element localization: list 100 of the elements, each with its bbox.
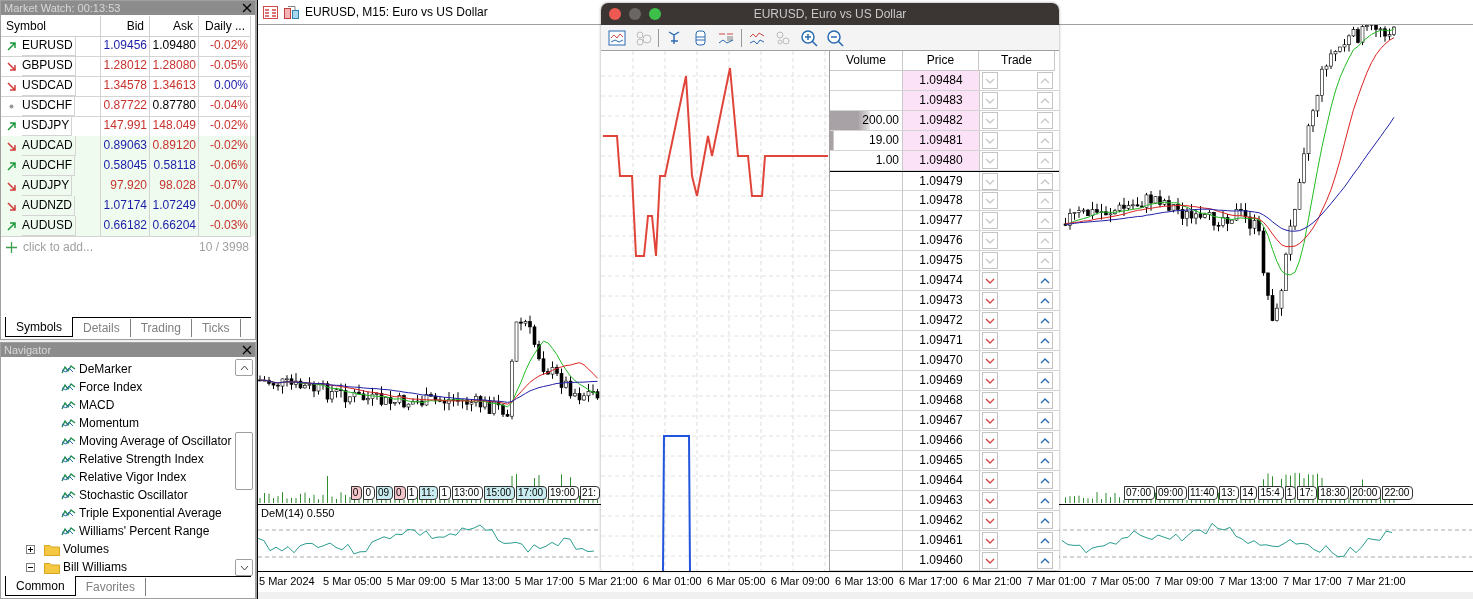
tree-item[interactable]: Triple Exponential Average	[79, 504, 222, 522]
volume-value: 19.00	[868, 133, 899, 147]
price-cell-text: 1.09473	[918, 292, 964, 309]
table-row[interactable]: AUDNZD 1.07174 1.07249 -0.00%	[1, 196, 255, 216]
tree-item[interactable]: DeMarker	[79, 360, 132, 378]
column-header[interactable]: Trade	[979, 51, 1055, 71]
time-label: 7 Mar 17:00	[1282, 574, 1343, 589]
price-cell: 1.28012	[101, 56, 150, 77]
chart-title: EURUSD, M15: Euro vs US Dollar	[305, 5, 488, 19]
tab[interactable]: Symbols	[5, 317, 73, 337]
tab[interactable]: Details	[73, 319, 131, 337]
time-tag: 15:4	[1258, 486, 1284, 500]
time-label: 6 Mar 17:00	[898, 574, 959, 589]
time-tag: 11:	[419, 486, 439, 500]
tree-item[interactable]: Stochastic Oscillator	[79, 486, 188, 504]
price-cell-text: 1.09477	[918, 212, 964, 229]
price-cell-text: 1.09479	[918, 173, 964, 190]
time-label: 5 Mar 13:00	[450, 574, 511, 589]
time-tag: 14	[1240, 486, 1258, 500]
price-cell-text: 1.09471	[918, 332, 964, 349]
column-header[interactable]: Volume	[830, 51, 903, 71]
tab[interactable]: Ticks	[191, 319, 241, 337]
time-tag: 11:40	[1188, 486, 1219, 500]
table-row[interactable]: AUDUSD 0.66182 0.66204 -0.03%	[1, 216, 255, 236]
price-cell: 0.66182	[101, 216, 150, 237]
time-tag: 18:30	[1318, 486, 1350, 500]
price-cell-text: 1.09478	[918, 192, 964, 209]
tree-item[interactable]: Williams' Percent Range	[79, 522, 210, 540]
tab[interactable]: Favorites	[75, 578, 147, 596]
table-row[interactable]: GBPUSD 1.28012 1.28080 -0.05%	[1, 56, 255, 76]
volume-value: 200.00	[862, 113, 899, 127]
symbol-name[interactable]: EURUSD	[22, 36, 76, 56]
price-cell: 1.09481	[903, 131, 979, 150]
price-cell: 1.09484	[903, 71, 979, 90]
time-label: 6 Mar 13:00	[834, 574, 895, 589]
tree-item[interactable]: Bill Williams	[63, 558, 127, 576]
price-cell-text: 1.09462	[918, 512, 964, 529]
time-tag: 07:00	[1124, 486, 1156, 500]
column-header[interactable]: Daily ...	[199, 16, 251, 37]
price-cell-text: 1.09476	[918, 232, 964, 249]
column-header[interactable]: Bid	[101, 16, 150, 37]
price-cell-text: 1.09460	[918, 552, 964, 569]
tree-item[interactable]: Force Index	[79, 378, 143, 396]
window-title: EURUSD, Euro vs US Dollar	[753, 7, 907, 21]
price-cell-text: 1.09465	[918, 452, 964, 469]
symbol-name[interactable]: AUDUSD	[22, 216, 76, 236]
time-tag: 09:00	[1156, 486, 1188, 500]
price-cell: -0.03%	[199, 216, 251, 237]
symbol-name[interactable]: GBPUSD	[22, 56, 76, 76]
tree-item[interactable]: Moving Average of Oscillator	[79, 432, 232, 450]
tree-item[interactable]: Relative Strength Index	[79, 450, 204, 468]
price-cell-text: 1.09464	[918, 472, 964, 489]
price-cell-text: 1.09468	[918, 392, 964, 409]
indicator-label: DeM(14) 0.550	[261, 507, 335, 519]
time-tag: 17:	[1297, 486, 1318, 500]
time-tag: 1	[406, 486, 419, 500]
price-cell-text: 1.09467	[918, 412, 964, 429]
price-cell: 1.09483	[903, 91, 979, 110]
price-cell-text: 1.09461	[918, 532, 964, 549]
price-cell-text: 1.09472	[918, 312, 964, 329]
tab[interactable]: Trading	[130, 319, 192, 337]
price-cell-text: 1.09469	[918, 372, 964, 389]
tree-item[interactable]: Relative Vigor Index	[79, 468, 187, 486]
tab[interactable]: Common	[5, 576, 76, 596]
time-tag: 21:	[580, 486, 600, 500]
time-label: 5 Mar 05:00	[322, 574, 383, 589]
price-cell: 1.09480	[903, 151, 979, 170]
price-cell: 1.09480	[150, 36, 199, 57]
price-cell: 0.87780	[150, 96, 199, 117]
time-tag: 13:	[1219, 486, 1240, 500]
time-tag: 17:00	[516, 486, 548, 500]
time-label: 5 Mar 2024	[258, 574, 316, 589]
symbol-name[interactable]: USDCAD	[22, 76, 76, 96]
table-row[interactable]: EURUSD 1.09456 1.09480 -0.02%	[1, 36, 255, 56]
price-cell: 1.28080	[150, 56, 199, 77]
time-tag: 20:00	[1350, 486, 1382, 500]
time-label: 7 Mar 09:00	[1154, 574, 1215, 589]
table-row[interactable]: AUDCHF 0.58045 0.58118 -0.06%	[1, 156, 255, 176]
tree-item[interactable]: Momentum	[79, 414, 140, 432]
time-tag: 1	[439, 486, 451, 500]
time-label: 6 Mar 09:00	[770, 574, 831, 589]
time-tag: 22:00	[1382, 486, 1414, 500]
time-label: 5 Mar 17:00	[514, 574, 575, 589]
price-cell-text: 1.09463	[918, 492, 964, 509]
column-header[interactable]: Ask	[150, 16, 199, 37]
price-cell: 1.34578	[101, 76, 150, 97]
table-row[interactable]: USDCAD 1.34578 1.34613 0.00%	[1, 76, 255, 96]
price-cell-text: 1.09475	[918, 252, 964, 269]
table-row[interactable]: AUDCAD 0.89063 0.89120 -0.02%	[1, 136, 255, 156]
price-cell: -0.05%	[199, 56, 251, 77]
column-header[interactable]: Symbol	[1, 16, 101, 37]
price-cell-text: 1.09470	[918, 352, 964, 369]
tree-item[interactable]: Volumes	[63, 540, 110, 558]
time-label: 5 Mar 21:00	[578, 574, 639, 589]
table-row[interactable]: USDCHF 0.87722 0.87780 -0.04%	[1, 96, 255, 116]
panel-title: Navigator	[4, 343, 52, 357]
price-cell-text: 1.09474	[918, 272, 964, 289]
table-row[interactable]: AUDJPY 97.920 98.028 -0.07%	[1, 176, 255, 196]
symbol-name[interactable]: USDCHF	[22, 96, 75, 116]
tree-item[interactable]: MACD	[79, 396, 115, 414]
